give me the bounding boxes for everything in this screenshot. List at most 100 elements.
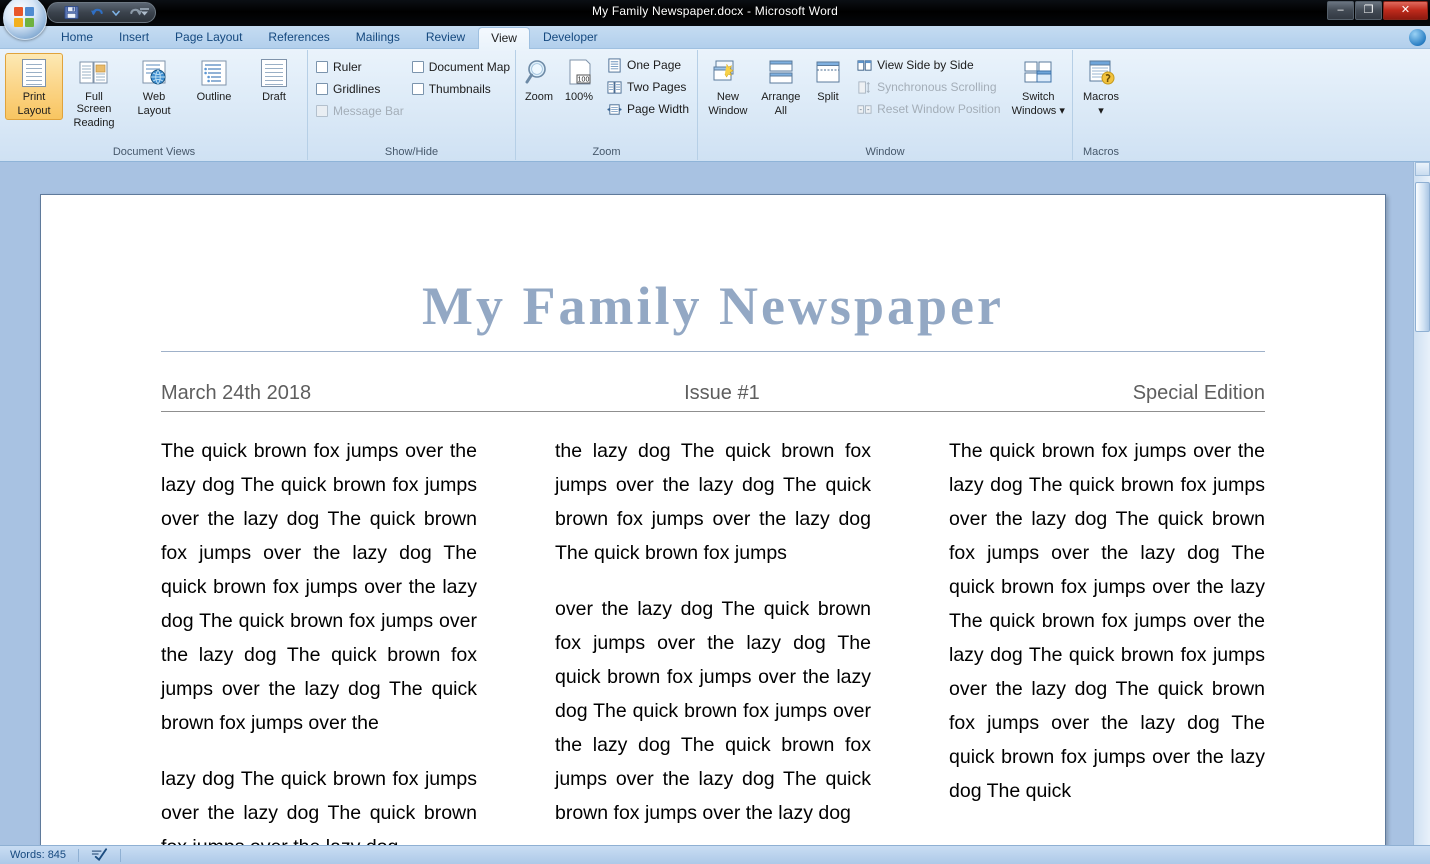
split-button[interactable]: Split [808,53,848,106]
new-window-button[interactable]: New Window [702,53,754,120]
reset-window-icon [856,101,872,117]
ribbon-group-window: New Window Arrange All Split View Side b… [698,50,1073,160]
print-layout-icon [18,57,50,89]
outline-button[interactable]: Outline [185,53,243,106]
zoom-100-button[interactable]: 100 100% [560,53,598,106]
zoom-label: Zoom [524,91,554,103]
outline-label: Outline [196,91,232,103]
macros-button[interactable]: Macros ▾ [1077,53,1125,120]
outline-icon [198,57,230,89]
print-layout-button[interactable]: Print Layout [5,53,63,120]
checkbox-icon [316,83,328,95]
arrange-all-label-1: Arrange [761,91,801,103]
ribbon: Print Layout Full Screen Reading Web Lay… [0,49,1430,162]
macros-icon [1085,57,1117,89]
checkbox-gridlines[interactable]: Gridlines [312,78,408,100]
page-width-icon [606,101,622,117]
newspaper-column-1: The quick brown fox jumps over the lazy … [161,434,477,845]
column-paragraph: The quick brown fox jumps over the lazy … [161,440,477,734]
split-label: Split [817,91,839,103]
minimize-icon: – [1337,4,1344,16]
new-window-label-1: New [716,91,739,103]
tab-home[interactable]: Home [48,26,106,48]
tab-mailings[interactable]: Mailings [343,26,413,48]
arrange-all-label-2: All [774,105,787,117]
scrollbar-thumb[interactable] [1415,182,1430,332]
group-label-zoom: Zoom [592,146,621,158]
restore-button[interactable]: ❐ [1355,1,1382,20]
floppy-disk-icon [64,5,79,20]
reset-window-position-button: Reset Window Position [850,98,1006,120]
customize-quick-access-button[interactable] [136,4,152,20]
tab-page-layout[interactable]: Page Layout [162,26,255,48]
document-page[interactable]: My Family Newspaper March 24th 2018 Issu… [40,194,1386,845]
newspaper-column-3: The quick brown fox jumps over the lazy … [949,434,1265,845]
tab-insert[interactable]: Insert [106,26,162,48]
switch-windows-icon [1022,57,1054,89]
close-button[interactable]: ✕ [1383,1,1428,20]
split-icon [812,57,844,89]
close-icon: ✕ [1400,4,1411,16]
word-count-item[interactable]: Words: 845 [6,847,70,864]
ribbon-tabs: Home Insert Page Layout References Maili… [0,26,1430,49]
status-divider [120,848,122,862]
switch-windows-label-2: Windows ▾ [1011,105,1065,117]
spell-check-icon [91,847,108,864]
full-screen-reading-label-2: Reading [73,117,115,129]
switch-windows-button[interactable]: Switch Windows ▾ [1009,53,1068,120]
draft-button[interactable]: Draft [245,53,303,106]
newspaper-byline: March 24th 2018 Issue #1 Special Edition [161,382,1265,412]
view-side-by-side-button[interactable]: View Side by Side [850,54,1006,76]
one-page-button[interactable]: One Page [600,54,695,76]
chevron-down-icon [112,10,120,16]
checkbox-label-ruler: Ruler [333,60,362,74]
new-window-icon [712,57,744,89]
undo-dropdown-button[interactable] [111,10,121,16]
print-layout-label-2: Layout [17,105,51,117]
zoom-button[interactable]: Zoom [520,53,558,106]
synchronous-scrolling-button: Synchronous Scrolling [850,76,1006,98]
tab-review[interactable]: Review [413,26,478,48]
zoom-magnifier-icon [523,57,555,89]
tab-references[interactable]: References [255,26,342,48]
checkbox-icon [316,105,328,117]
macros-label-1: Macros [1082,91,1120,103]
synchronous-scrolling-label: Synchronous Scrolling [877,80,997,94]
window-controls: – ❐ ✕ [1327,1,1428,20]
view-side-by-side-label: View Side by Side [877,58,974,72]
help-icon[interactable] [1409,29,1426,46]
new-window-label-2: Window [708,105,748,117]
checkbox-icon [411,83,424,95]
undo-button[interactable] [86,4,107,22]
full-screen-reading-button[interactable]: Full Screen Reading [65,53,123,132]
print-layout-label-1: Print [22,91,46,103]
proofing-status-button[interactable] [87,847,112,864]
page-width-button[interactable]: Page Width [600,98,695,120]
one-page-label: One Page [627,58,682,72]
ribbon-group-macros: Macros ▾ Macros [1073,50,1129,160]
group-label-macros: Macros [1082,146,1120,158]
vertical-scrollbar[interactable] [1413,162,1430,845]
minimize-button[interactable]: – [1327,1,1354,20]
two-pages-icon [606,79,622,95]
two-pages-button[interactable]: Two Pages [600,76,695,98]
web-layout-icon [138,57,170,89]
tab-developer[interactable]: Developer [530,26,611,48]
word-count-label: Words: 845 [10,849,67,861]
masthead-divider [161,351,1265,352]
status-bar: Words: 845 [0,845,1430,864]
ribbon-group-document-views: Print Layout Full Screen Reading Web Lay… [1,50,308,160]
web-layout-button[interactable]: Web Layout [125,53,183,120]
arrange-all-button[interactable]: Arrange All [756,53,806,120]
byline-date: March 24th 2018 [161,382,312,404]
full-screen-reading-icon [78,57,110,89]
tab-view[interactable]: View [478,27,530,49]
save-button[interactable] [61,4,82,22]
checkbox-document-map[interactable]: Document Map [408,56,514,78]
document-workspace[interactable]: My Family Newspaper March 24th 2018 Issu… [0,162,1430,845]
checkbox-thumbnails[interactable]: Thumbnails [408,78,514,100]
checkbox-ruler[interactable]: Ruler [312,56,408,78]
ribbon-group-zoom: Zoom 100 100% One Page Two Pages Page Wi… [516,50,698,160]
two-pages-label: Two Pages [627,80,687,94]
split-handle[interactable] [1415,162,1430,176]
